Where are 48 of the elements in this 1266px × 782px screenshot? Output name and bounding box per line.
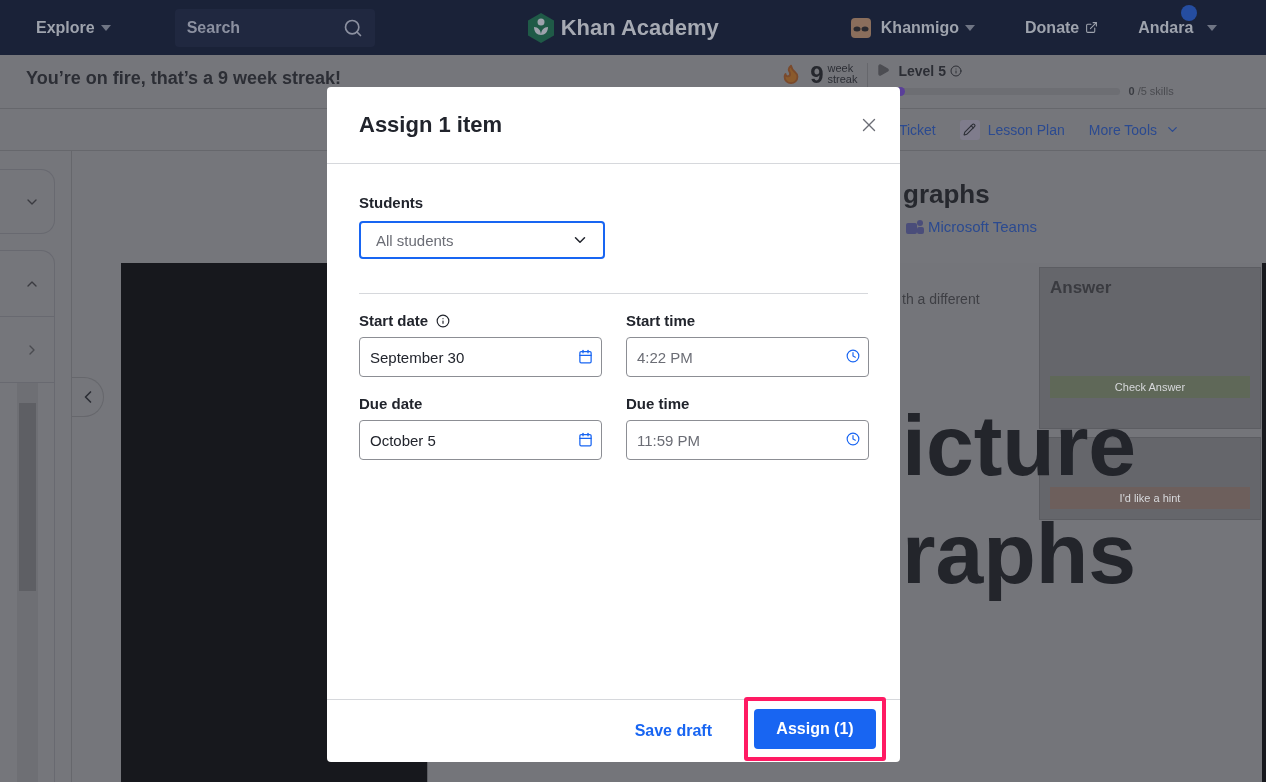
field-label: Start time <box>626 312 696 329</box>
search-icon <box>342 17 363 38</box>
khanmigo-menu[interactable]: Khanmigo <box>880 18 976 37</box>
field-label: Due date <box>359 395 423 412</box>
time-field[interactable]: 4:22 PM <box>626 337 869 377</box>
explore-menu[interactable]: Explore <box>36 18 111 37</box>
field-label: Students <box>359 194 425 211</box>
dialog-title: Assign 1 item <box>359 112 503 138</box>
date-field[interactable]: October 5 <box>359 420 602 460</box>
caret-icon <box>100 24 111 31</box>
skills-count: 0 <box>1128 85 1135 97</box>
save-draft-button[interactable]: Save draft <box>634 722 712 740</box>
streak-message: You’re on fire, that’s a 9 week streak! <box>26 68 342 89</box>
students-dropdown[interactable]: All students <box>359 221 605 259</box>
play-icon <box>876 63 891 77</box>
caret-icon <box>965 24 976 31</box>
level-label: Level 5 <box>898 63 1174 79</box>
clock-icon <box>846 349 860 363</box>
check-answer-button[interactable]: Check Answer <box>1050 376 1250 398</box>
lesson-title: graphs <box>903 179 991 210</box>
pencil-icon <box>959 119 980 140</box>
notification-dot-icon <box>1181 4 1198 21</box>
slide-heading: icture <box>902 403 1137 487</box>
logo-icon <box>526 12 555 43</box>
calendar-icon <box>578 349 593 364</box>
streak-unit: week <box>827 63 855 74</box>
calendar-icon <box>578 432 593 447</box>
caret-icon <box>1207 24 1218 31</box>
donate-link[interactable]: Donate <box>1025 18 1099 37</box>
streak-count: 9 <box>810 63 824 87</box>
time-field[interactable]: 11:59 PM <box>626 420 869 460</box>
date-field[interactable]: September 30 <box>359 337 602 377</box>
streak-unit: streak <box>827 74 858 85</box>
search-field[interactable]: Search <box>174 8 375 47</box>
user-menu[interactable]: Andara <box>1138 18 1218 37</box>
sidebar-card[interactable] <box>0 169 55 234</box>
slide-heading: raphs <box>902 511 1137 603</box>
clock-icon <box>846 432 860 446</box>
assign-button[interactable]: Assign (1) <box>754 709 876 749</box>
field-label: Start date <box>359 312 429 329</box>
hint-button[interactable]: I'd like a hint <box>1050 487 1250 509</box>
site-name[interactable]: Khan Academy <box>560 14 719 41</box>
teams-icon <box>906 219 924 234</box>
field-label: Due time <box>626 395 690 412</box>
mask-avatar-icon <box>850 17 871 38</box>
info-icon <box>949 65 962 77</box>
collapse-sidebar-button[interactable] <box>72 377 104 417</box>
external-link-icon <box>1085 21 1099 34</box>
